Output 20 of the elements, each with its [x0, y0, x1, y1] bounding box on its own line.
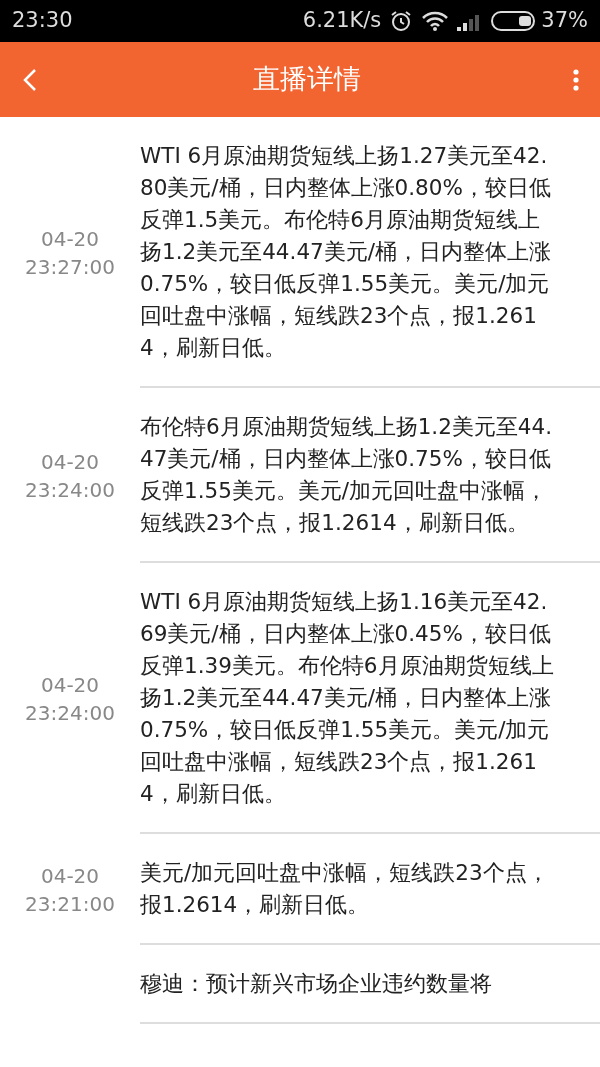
- post-date: 04-20: [39, 448, 101, 476]
- news-text: 布伦特6月原油期货短线上扬1.2美元至44.47美元/桶，日内整体上涨0.75%，较日低反弹1.55美元。美元/加元回吐盘中涨幅，短线跌23个点，报1.2614，刷新日低。: [140, 414, 553, 535]
- post-time: 23:21:00: [24, 890, 116, 918]
- battery-icon: [491, 10, 538, 32]
- post-date: 04-20: [39, 225, 101, 253]
- news-text: WTI 6月原油期货短线上扬1.27美元至42.80美元/桶，日内整体上涨0.80%，较日低反弹1.5美元。布伦特6月原油期货短线上扬1.2美元至44.47美元/桶，日内整体上涨0.75%，较日低反弹1.55美元。美元/加元回吐盘中涨幅，短线跌23个点，报1.2614，刷新日低。: [140, 143, 551, 360]
- wifi-icon: [421, 10, 450, 32]
- post-time: 23:24:00: [24, 699, 116, 727]
- post-time: 23:27:00: [24, 253, 116, 281]
- page-title: 直播详情: [252, 62, 362, 97]
- news-text: WTI 6月原油期货短线上扬1.16美元至42.69美元/桶，日内整体上涨0.45%，较日低反弹1.39美元。布伦特6月原油期货短线上扬1.2美元至44.47美元/桶，日内整体上涨0.75%，较日低反弹1.55美元。美元/加元回吐盘中涨幅，短线跌23个点，报1.2614，刷新日低。: [140, 589, 554, 806]
- post-time: 23:24:00: [24, 476, 116, 504]
- post-date: 04-20: [39, 671, 101, 699]
- post-date: 04-20: [39, 862, 101, 890]
- clock: 23:30: [12, 7, 73, 35]
- more-icon: [572, 67, 580, 92]
- battery-level: 37%: [541, 7, 588, 35]
- news-text: 穆迪：预计新兴市场企业违约数量将: [140, 971, 492, 996]
- news-text: 美元/加元回吐盘中涨幅，短线跌23个点，报1.2614，刷新日低。: [140, 860, 549, 917]
- network-speed: 6.21K/s: [302, 7, 382, 35]
